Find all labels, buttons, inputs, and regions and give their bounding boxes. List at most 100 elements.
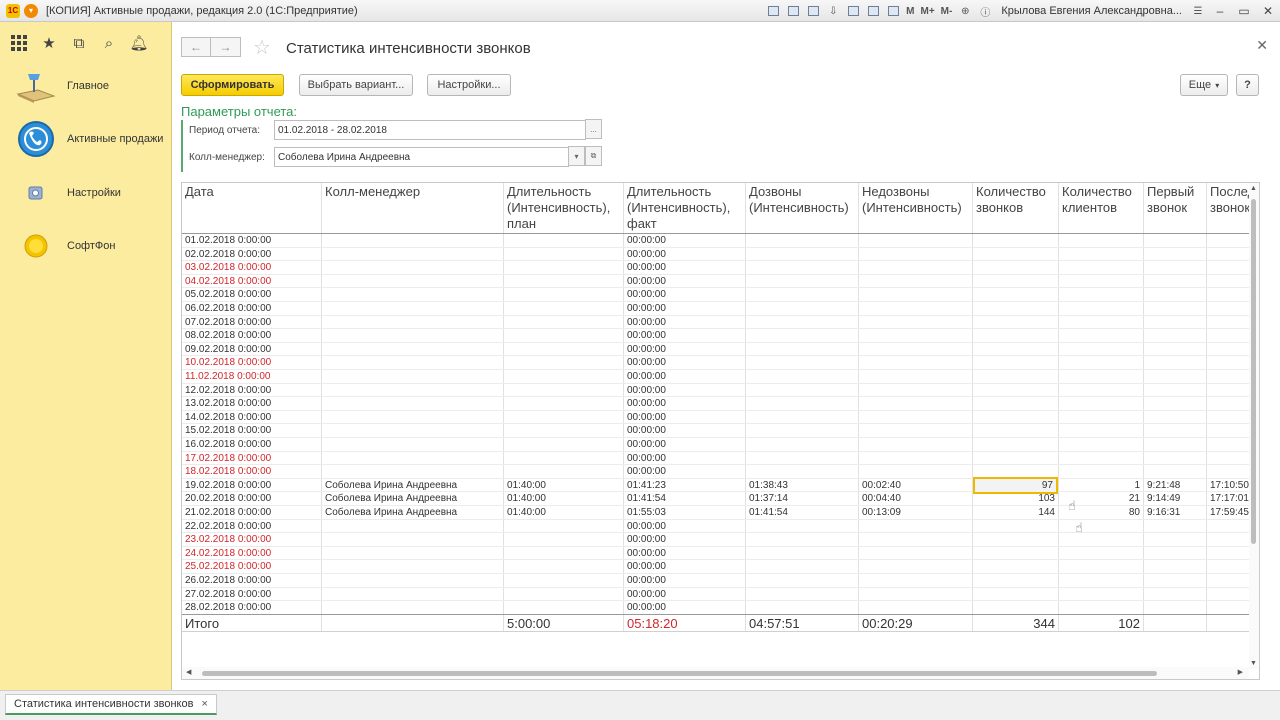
cell-first-call[interactable] <box>1144 370 1206 383</box>
cell-first-call[interactable] <box>1144 560 1206 573</box>
cell-plan[interactable] <box>504 248 623 261</box>
cell-manager[interactable] <box>322 397 503 410</box>
cell-plan[interactable]: 01:40:00 <box>504 506 623 519</box>
cell-calls[interactable] <box>973 248 1058 261</box>
total-plan[interactable]: 5:00:00 <box>504 615 623 633</box>
cell-missed[interactable] <box>859 547 972 560</box>
cell-date[interactable]: 13.02.2018 0:00:00 <box>182 397 321 410</box>
sidebar-item-softphone[interactable]: СофтФон <box>0 226 172 266</box>
table-row[interactable]: 03.02.2018 0:00:00 00:00:00 <box>182 261 1249 275</box>
cell-manager[interactable] <box>322 302 503 315</box>
cell-plan[interactable] <box>504 275 623 288</box>
scroll-up-icon[interactable]: ▲ <box>1250 185 1257 192</box>
cell-missed[interactable] <box>859 452 972 465</box>
table-row[interactable]: 11.02.2018 0:00:00 00:00:00 <box>182 370 1249 384</box>
cell-manager[interactable] <box>322 438 503 451</box>
cell-date[interactable]: 02.02.2018 0:00:00 <box>182 248 321 261</box>
cell-missed[interactable]: 00:04:40 <box>859 492 972 505</box>
cell-missed[interactable] <box>859 411 972 424</box>
cell-clients[interactable] <box>1059 370 1143 383</box>
cell-fact[interactable]: 00:00:00 <box>624 370 745 383</box>
cell-missed[interactable] <box>859 560 972 573</box>
cell-plan[interactable] <box>504 424 623 437</box>
cell-calls[interactable] <box>973 547 1058 560</box>
column-header-calls[interactable]: Количество звонков <box>973 183 1059 217</box>
cell-fact[interactable]: 00:00:00 <box>624 452 745 465</box>
cell-missed[interactable] <box>859 275 972 288</box>
cell-missed[interactable] <box>859 248 972 261</box>
cell-connected[interactable] <box>746 574 858 587</box>
total-missed[interactable]: 00:20:29 <box>859 615 972 633</box>
bell-icon[interactable]: 🔔︎ <box>129 34 148 52</box>
info-icon[interactable]: ⓘ <box>976 3 994 19</box>
table-row[interactable]: 22.02.2018 0:00:00 00:00:00 <box>182 520 1249 534</box>
cell-manager[interactable] <box>322 248 503 261</box>
minimize-button[interactable]: – <box>1208 0 1232 22</box>
cell-connected[interactable] <box>746 438 858 451</box>
download-icon[interactable]: ⇩ <box>824 3 842 19</box>
cell-clients[interactable] <box>1059 574 1143 587</box>
cell-calls[interactable] <box>973 397 1058 410</box>
cell-plan[interactable] <box>504 288 623 301</box>
cell-calls[interactable] <box>973 234 1058 247</box>
cell-connected[interactable] <box>746 234 858 247</box>
sidebar-item-settings[interactable]: Настройки <box>0 173 172 213</box>
cell-missed[interactable] <box>859 329 972 342</box>
cell-calls[interactable] <box>973 438 1058 451</box>
cell-connected[interactable] <box>746 465 858 478</box>
cell-plan[interactable] <box>504 574 623 587</box>
cell-fact[interactable]: 00:00:00 <box>624 316 745 329</box>
cell-fact[interactable]: 00:00:00 <box>624 574 745 587</box>
cell-clients[interactable] <box>1059 588 1143 601</box>
table-row[interactable]: 28.02.2018 0:00:00 00:00:00 <box>182 601 1249 615</box>
table-row[interactable]: 14.02.2018 0:00:00 00:00:00 <box>182 411 1249 425</box>
table-row[interactable]: 12.02.2018 0:00:00 00:00:00 <box>182 384 1249 398</box>
cell-clients[interactable] <box>1059 234 1143 247</box>
report-settings-button[interactable]: Настройки... <box>427 74 511 96</box>
cell-clients[interactable] <box>1059 397 1143 410</box>
cell-fact[interactable]: 00:00:00 <box>624 275 745 288</box>
cell-plan[interactable] <box>504 234 623 247</box>
more-button[interactable]: Еще ▾ <box>1180 74 1228 96</box>
cell-clients[interactable] <box>1059 520 1143 533</box>
cell-calls[interactable] <box>973 370 1058 383</box>
cell-missed[interactable] <box>859 397 972 410</box>
main-menu-button[interactable]: ▾ <box>24 3 38 18</box>
total-fact[interactable]: 05:18:20 <box>624 615 745 633</box>
cell-manager[interactable] <box>322 234 503 247</box>
cell-date[interactable]: 05.02.2018 0:00:00 <box>182 288 321 301</box>
cell-missed[interactable] <box>859 424 972 437</box>
cell-calls[interactable] <box>973 343 1058 356</box>
current-user[interactable]: Крылова Евгения Александровна... <box>1001 5 1182 17</box>
cell-connected[interactable] <box>746 560 858 573</box>
help-button[interactable]: ? <box>1236 74 1259 96</box>
table-row[interactable]: 02.02.2018 0:00:00 00:00:00 <box>182 248 1249 262</box>
cell-plan[interactable] <box>504 438 623 451</box>
cell-missed[interactable] <box>859 261 972 274</box>
cell-calls[interactable] <box>973 601 1058 614</box>
cell-manager[interactable] <box>322 275 503 288</box>
cell-calls[interactable] <box>973 261 1058 274</box>
cell-plan[interactable] <box>504 588 623 601</box>
cell-clients[interactable] <box>1059 248 1143 261</box>
cell-manager[interactable] <box>322 411 503 424</box>
cell-plan[interactable] <box>504 520 623 533</box>
cell-date[interactable]: 22.02.2018 0:00:00 <box>182 520 321 533</box>
cell-connected[interactable] <box>746 343 858 356</box>
close-form-button[interactable]: ✕ <box>1256 37 1268 54</box>
table-row[interactable]: 09.02.2018 0:00:00 00:00:00 <box>182 343 1249 357</box>
cell-connected[interactable] <box>746 424 858 437</box>
cell-connected[interactable] <box>746 397 858 410</box>
close-window-button[interactable]: ✕ <box>1256 0 1280 22</box>
cell-missed[interactable] <box>859 574 972 587</box>
cell-fact[interactable]: 00:00:00 <box>624 384 745 397</box>
cell-missed[interactable] <box>859 533 972 546</box>
cell-first-call[interactable] <box>1144 438 1206 451</box>
cell-manager[interactable]: Соболева Ирина Андреевна <box>322 506 503 519</box>
total-connected[interactable]: 04:57:51 <box>746 615 858 633</box>
cell-clients[interactable] <box>1059 601 1143 614</box>
cell-fact[interactable]: 00:00:00 <box>624 547 745 560</box>
cell-missed[interactable] <box>859 465 972 478</box>
cell-missed[interactable] <box>859 302 972 315</box>
cell-first-call[interactable]: 9:21:48 <box>1144 479 1206 492</box>
